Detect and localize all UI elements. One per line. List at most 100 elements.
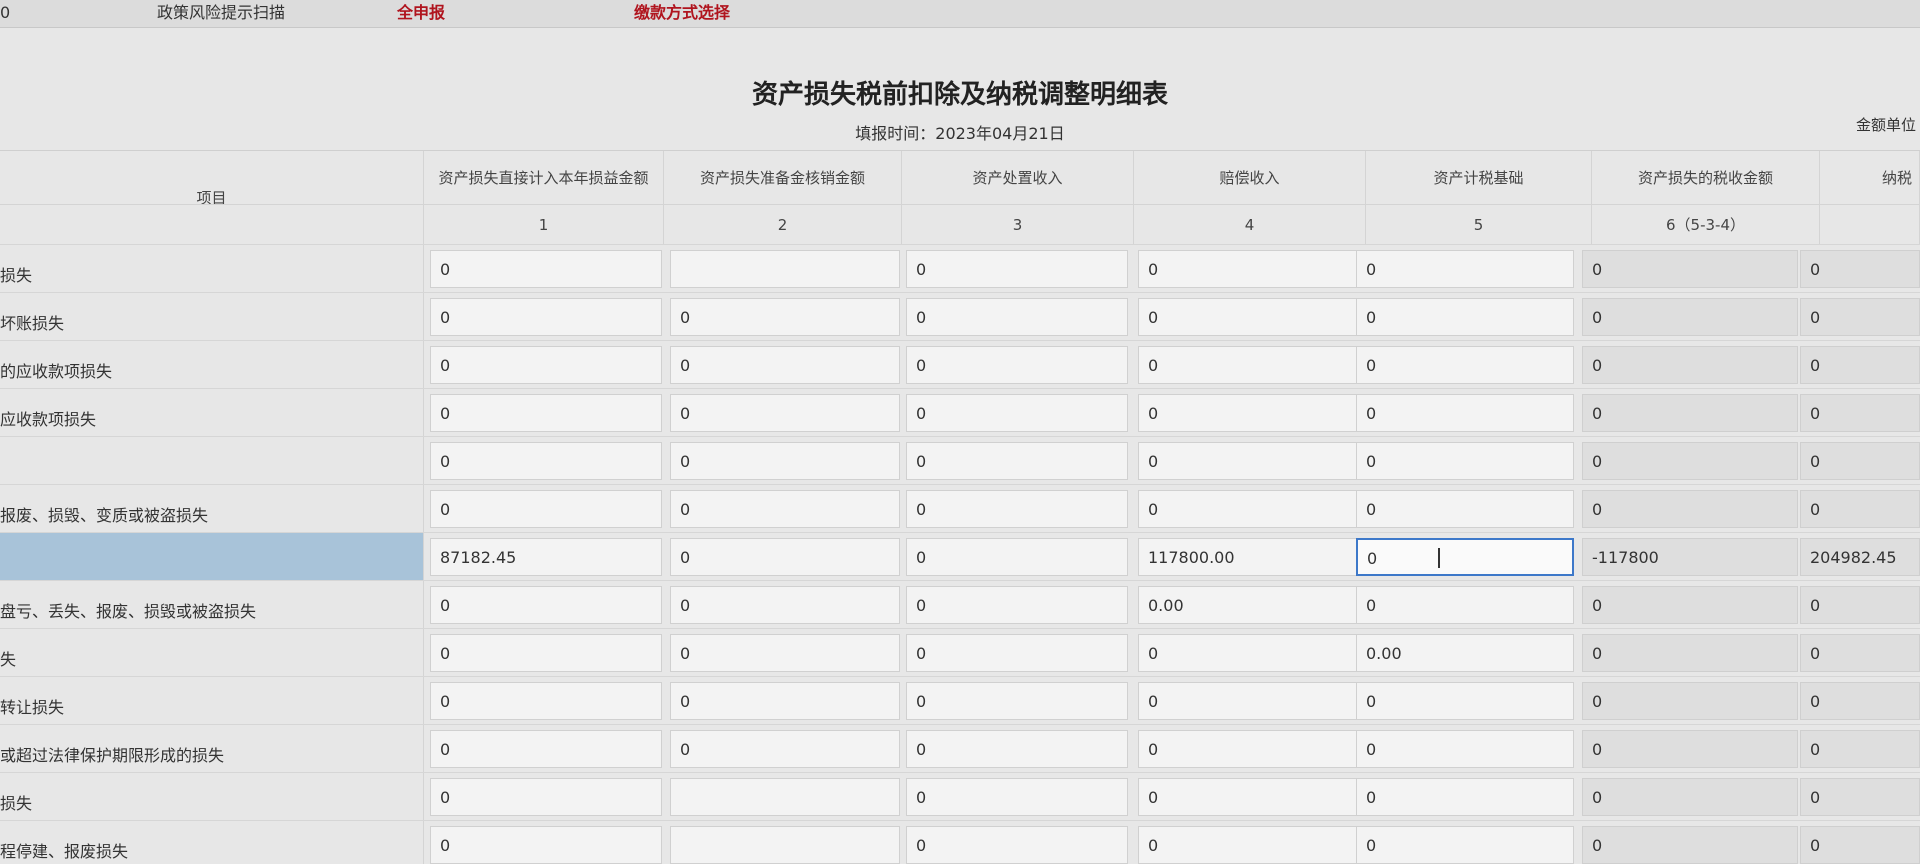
- cell-input-col-1[interactable]: 0: [430, 346, 662, 384]
- cell-input-col-5[interactable]: 0: [1356, 538, 1574, 576]
- cell-input-col-6[interactable]: 0: [1582, 346, 1798, 384]
- cell-input-col-7[interactable]: 0: [1800, 442, 1920, 480]
- cell-input-col-4[interactable]: 0: [1138, 394, 1360, 432]
- cell-input-col-4[interactable]: 117800.00: [1138, 538, 1360, 576]
- cell-input-col-1[interactable]: 0: [430, 730, 662, 768]
- cell-input-col-1[interactable]: 0: [430, 298, 662, 336]
- menu-item-risk-scan[interactable]: 政策风险提示扫描: [157, 0, 285, 26]
- cell-input-col-7[interactable]: 0: [1800, 298, 1920, 336]
- cell-input-col-1[interactable]: 0: [430, 826, 662, 864]
- menu-item-0[interactable]: 0: [0, 0, 10, 26]
- cell-input-col-4[interactable]: 0: [1138, 298, 1360, 336]
- menu-item-payment-method[interactable]: 缴款方式选择: [634, 0, 730, 26]
- cell-input-col-3[interactable]: 0: [906, 634, 1128, 672]
- cell-input-col-5[interactable]: 0: [1356, 442, 1574, 480]
- cell-input-col-3[interactable]: 0: [906, 586, 1128, 624]
- cell-input-col-1[interactable]: 0: [430, 394, 662, 432]
- cell-input-col-2[interactable]: 0: [670, 394, 900, 432]
- cell-input-col-6[interactable]: 0: [1582, 442, 1798, 480]
- cell-input-col-7[interactable]: 0: [1800, 394, 1920, 432]
- cell-input-col-4[interactable]: 0: [1138, 346, 1360, 384]
- cell-input-col-6[interactable]: 0: [1582, 634, 1798, 672]
- cell-input-col-5[interactable]: 0: [1356, 394, 1574, 432]
- cell-input-col-5[interactable]: 0: [1356, 826, 1574, 864]
- cell-input-col-7[interactable]: 0: [1800, 634, 1920, 672]
- cell-input-col-1[interactable]: 0: [430, 682, 662, 720]
- cell-input-col-3[interactable]: 0: [906, 298, 1128, 336]
- cell-input-col-7[interactable]: 0: [1800, 490, 1920, 528]
- cell-input-col-3[interactable]: 0: [906, 250, 1128, 288]
- cell-input-col-5[interactable]: 0: [1356, 730, 1574, 768]
- cell-input-col-3[interactable]: 0: [906, 778, 1128, 816]
- cell-input-col-2[interactable]: 0: [670, 490, 900, 528]
- cell-input-col-5[interactable]: 0: [1356, 778, 1574, 816]
- cell-input-col-2[interactable]: 0: [670, 298, 900, 336]
- cell-input-col-1[interactable]: 0: [430, 634, 662, 672]
- cell-input-col-6[interactable]: 0: [1582, 586, 1798, 624]
- cell-input-col-5[interactable]: 0: [1356, 682, 1574, 720]
- cell-input-col-5[interactable]: 0: [1356, 250, 1574, 288]
- cell-input-col-6[interactable]: 0: [1582, 826, 1798, 864]
- cell-input-col-7[interactable]: 0: [1800, 250, 1920, 288]
- cell-input-col-6[interactable]: -117800: [1582, 538, 1798, 576]
- cell-input-col-5[interactable]: 0: [1356, 586, 1574, 624]
- cell-input-col-7[interactable]: 0: [1800, 682, 1920, 720]
- cell-input-col-7[interactable]: 0: [1800, 730, 1920, 768]
- cell-input-col-1[interactable]: 87182.45: [430, 538, 662, 576]
- cell-input-col-2[interactable]: 0: [670, 682, 900, 720]
- header-col-1: 资产损失直接计入本年损益金额: [424, 151, 664, 204]
- cell-input-col-2[interactable]: 0: [670, 634, 900, 672]
- cell-input-col-4[interactable]: 0: [1138, 634, 1360, 672]
- cell-input-col-7[interactable]: 0: [1800, 778, 1920, 816]
- cell-input-col-3[interactable]: 0: [906, 346, 1128, 384]
- cell-input-col-2[interactable]: [670, 250, 900, 288]
- table-row: 损失 0 0 0 0 0 0: [0, 772, 1920, 820]
- cell-input-col-6[interactable]: 0: [1582, 778, 1798, 816]
- cell-input-col-2[interactable]: 0: [670, 346, 900, 384]
- cell-input-col-6[interactable]: 0: [1582, 394, 1798, 432]
- cell-input-col-7[interactable]: 204982.45: [1800, 538, 1920, 576]
- cell-input-col-2[interactable]: 0: [670, 730, 900, 768]
- cell-input-col-1[interactable]: 0: [430, 586, 662, 624]
- cell-input-col-4[interactable]: 0: [1138, 442, 1360, 480]
- cell-input-col-1[interactable]: 0: [430, 778, 662, 816]
- cell-input-col-7[interactable]: 0: [1800, 346, 1920, 384]
- cell-input-col-7[interactable]: 0: [1800, 586, 1920, 624]
- cell-input-col-4[interactable]: 0: [1138, 730, 1360, 768]
- cell-input-col-6[interactable]: 0: [1582, 730, 1798, 768]
- cell-input-col-4[interactable]: 0: [1138, 778, 1360, 816]
- cell-input-col-1[interactable]: 0: [430, 442, 662, 480]
- cell-input-col-6[interactable]: 0: [1582, 682, 1798, 720]
- cell-input-col-1[interactable]: 0: [430, 250, 662, 288]
- cell-input-col-3[interactable]: 0: [906, 490, 1128, 528]
- cell-input-col-2[interactable]: [670, 826, 900, 864]
- cell-input-col-4[interactable]: 0: [1138, 682, 1360, 720]
- cell-input-col-4[interactable]: 0: [1138, 490, 1360, 528]
- cell-input-col-3[interactable]: 0: [906, 826, 1128, 864]
- cell-input-col-2[interactable]: [670, 778, 900, 816]
- cell-input-col-5[interactable]: 0: [1356, 298, 1574, 336]
- cell-input-col-2[interactable]: 0: [670, 538, 900, 576]
- cell-input-col-3[interactable]: 0: [906, 394, 1128, 432]
- header-num-2: 2: [664, 205, 902, 244]
- cell-input-col-2[interactable]: 0: [670, 442, 900, 480]
- cell-input-col-6[interactable]: 0: [1582, 490, 1798, 528]
- cell-input-col-2[interactable]: 0: [670, 586, 900, 624]
- cell-input-col-5[interactable]: 0: [1356, 490, 1574, 528]
- cell-input-col-3[interactable]: 0: [906, 682, 1128, 720]
- row-label: 损失: [0, 773, 424, 820]
- cell-input-col-4[interactable]: 0.00: [1138, 586, 1360, 624]
- cell-input-col-3[interactable]: 0: [906, 730, 1128, 768]
- cell-input-col-5[interactable]: 0: [1356, 346, 1574, 384]
- cell-input-col-1[interactable]: 0: [430, 490, 662, 528]
- table-row: 失 0 0 0 0 0.00 0 0: [0, 628, 1920, 676]
- cell-input-col-7[interactable]: 0: [1800, 826, 1920, 864]
- cell-input-col-4[interactable]: 0: [1138, 250, 1360, 288]
- cell-input-col-6[interactable]: 0: [1582, 298, 1798, 336]
- cell-input-col-3[interactable]: 0: [906, 538, 1128, 576]
- menu-item-full-declare[interactable]: 全申报: [397, 0, 445, 26]
- cell-input-col-5[interactable]: 0.00: [1356, 634, 1574, 672]
- cell-input-col-3[interactable]: 0: [906, 442, 1128, 480]
- cell-input-col-4[interactable]: 0: [1138, 826, 1360, 864]
- cell-input-col-6[interactable]: 0: [1582, 250, 1798, 288]
